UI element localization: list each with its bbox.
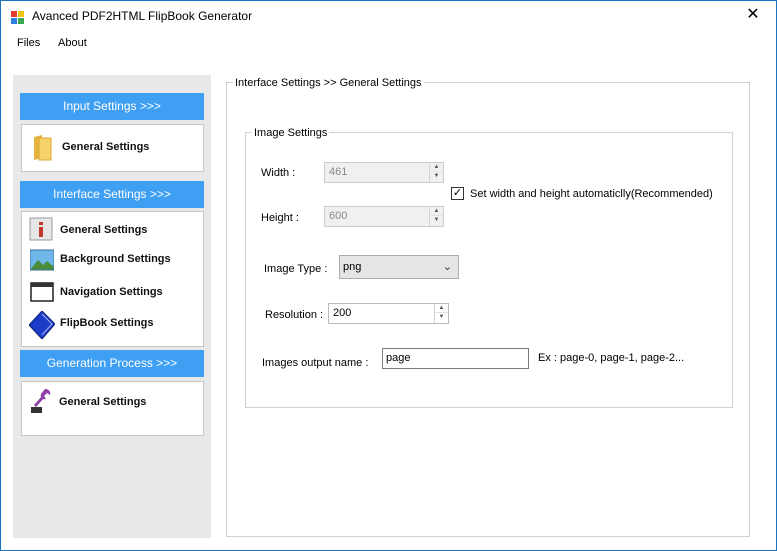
title-bar[interactable]: Avanced PDF2HTML FlipBook Generator ✕: [1, 1, 776, 31]
sidebar-item-generation-general[interactable]: General Settings: [22, 388, 203, 416]
sidebar-item-label: FlipBook Settings: [60, 317, 154, 329]
interface-settings-panel: General Settings Background Settings Nav…: [21, 211, 204, 347]
app-icon: [11, 11, 24, 24]
width-spinner: 461 ▲ ▼: [324, 162, 444, 183]
breadcrumb: Interface Settings >> General Settings: [233, 77, 424, 89]
window-icon: [30, 282, 54, 302]
height-label: Height :: [261, 212, 299, 224]
close-icon: ✕: [746, 6, 760, 23]
width-value: 461: [329, 166, 348, 178]
sidebar-item-label: General Settings: [60, 224, 148, 236]
generation-process-panel: General Settings: [21, 381, 204, 436]
sidebar-item-label: Navigation Settings: [60, 286, 163, 298]
wrench-icon: [31, 389, 51, 413]
spin-down-icon[interactable]: ▼: [435, 313, 448, 322]
interface-settings-header[interactable]: Interface Settings >>>: [20, 181, 204, 208]
sidebar-item-interface-general[interactable]: General Settings: [22, 216, 203, 244]
resolution-label: Resolution :: [265, 309, 324, 321]
book-icon: [29, 311, 55, 339]
input-settings-panel: General Settings: [21, 124, 204, 172]
spin-down-icon: ▼: [433, 217, 440, 223]
generation-process-header[interactable]: Generation Process >>>: [20, 350, 204, 377]
image-settings-title: Image Settings: [252, 127, 330, 139]
output-name-label: Images output name :: [262, 357, 369, 369]
folder-icon: [34, 135, 52, 161]
height-spinner-buttons: ▲ ▼: [429, 207, 443, 226]
spin-up-icon: ▲: [430, 207, 443, 216]
spin-up-icon[interactable]: ▲: [435, 304, 448, 313]
output-name-value: page: [386, 352, 411, 364]
spin-down-icon: ▼: [433, 173, 440, 179]
input-settings-header[interactable]: Input Settings >>>: [20, 93, 204, 120]
menu-bar: Files About: [1, 31, 776, 57]
landscape-image-icon: [30, 249, 54, 271]
chevron-down-icon: ⌄: [442, 261, 452, 273]
close-button[interactable]: ✕: [730, 1, 776, 31]
app-window: Avanced PDF2HTML FlipBook Generator ✕ Fi…: [0, 0, 777, 551]
menu-files[interactable]: Files: [13, 37, 44, 49]
height-value: 600: [329, 210, 348, 222]
output-name-input[interactable]: page: [382, 348, 529, 369]
checkmark-icon: ✓: [452, 187, 463, 199]
height-spinner: 600 ▲ ▼: [324, 206, 444, 227]
auto-size-label[interactable]: Set width and height automaticlly(Recomm…: [470, 188, 713, 200]
resolution-spinner[interactable]: 200 ▲ ▼: [328, 303, 449, 324]
width-label: Width :: [261, 167, 296, 179]
sidebar-item-navigation[interactable]: Navigation Settings: [22, 278, 203, 306]
auto-size-checkbox[interactable]: ✓: [451, 187, 464, 200]
sidebar-item-input-general[interactable]: General Settings: [22, 133, 203, 161]
width-spinner-buttons: ▲ ▼: [429, 163, 443, 182]
window-title: Avanced PDF2HTML FlipBook Generator: [32, 9, 253, 23]
sidebar-item-background[interactable]: Background Settings: [22, 245, 203, 273]
sidebar: Input Settings >>> General Settings Inte…: [13, 75, 211, 538]
image-type-label: Image Type :: [264, 263, 328, 275]
image-type-value: png: [343, 261, 362, 273]
resolution-spinner-buttons[interactable]: ▲ ▼: [434, 304, 448, 323]
image-type-select[interactable]: png ⌄: [339, 255, 459, 279]
sidebar-item-label: General Settings: [62, 141, 150, 153]
sidebar-item-label: Background Settings: [60, 253, 171, 265]
sidebar-item-flipbook[interactable]: FlipBook Settings: [22, 309, 203, 339]
spin-up-icon: ▲: [430, 163, 443, 172]
info-icon: [29, 217, 53, 241]
menu-about[interactable]: About: [54, 37, 91, 49]
sidebar-item-label: General Settings: [59, 396, 147, 408]
output-name-example: Ex : page-0, page-1, page-2...: [538, 352, 685, 364]
resolution-value: 200: [333, 307, 352, 319]
